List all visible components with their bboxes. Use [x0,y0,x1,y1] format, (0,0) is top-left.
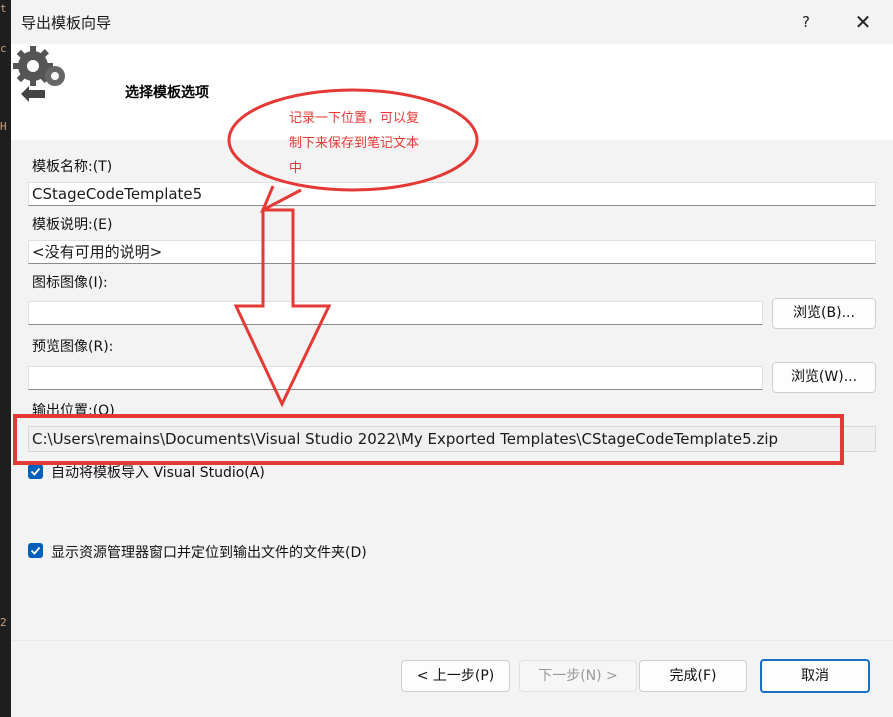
callout-text: 记录一下位置，可以复制下来保存到笔记文本中 [289,111,420,176]
highlight-box [13,414,844,465]
down-arrow-shape [233,208,332,408]
export-template-wizard-dialog: 导出模板向导 ? ✕ 选择模板选项 模板名称:(T) CStageCodeTem… [11,0,893,717]
red-annotation-overlay [13,88,844,465]
